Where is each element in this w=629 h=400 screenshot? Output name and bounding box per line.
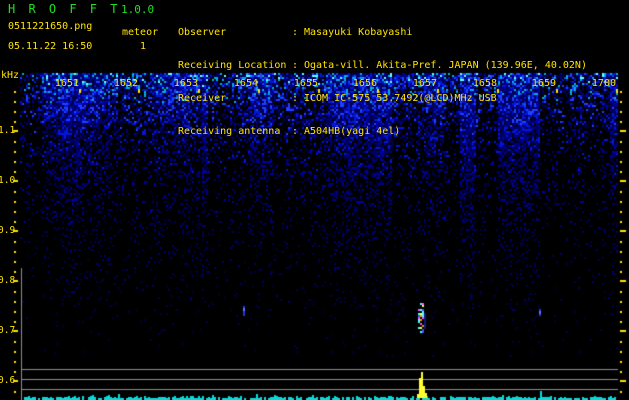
info-label: Receiving Location bbox=[178, 60, 287, 71]
info-colon: : bbox=[292, 27, 299, 38]
time-tick-label: 1656 bbox=[352, 78, 377, 89]
filename-label: 0511221650.png bbox=[8, 21, 93, 32]
info-colon: : bbox=[292, 93, 299, 104]
time-tick-label: 1651 bbox=[54, 78, 79, 89]
info-value: Masayuki Kobayashi bbox=[304, 27, 413, 38]
freq-tick-label: 0.9 bbox=[0, 225, 16, 236]
freq-tick-label: 1.0 bbox=[0, 175, 16, 186]
time-tick-label: 1655 bbox=[293, 78, 318, 89]
datetime-label: 05.11.22 16:50 bbox=[8, 41, 93, 52]
echo-count: 1 bbox=[140, 41, 147, 52]
time-tick-label: 1658 bbox=[472, 78, 497, 89]
time-tick-label: 1654 bbox=[233, 78, 258, 89]
freq-tick-label: 0.7 bbox=[0, 325, 16, 336]
time-tick-label: 1700 bbox=[591, 78, 616, 89]
info-row: Receiver: ICOM IC-575 53.7492(@LCD)MHz US… bbox=[178, 93, 587, 104]
mode-label: meteor bbox=[122, 27, 159, 38]
time-tick-label: 1659 bbox=[531, 78, 556, 89]
info-label: Observer bbox=[178, 27, 227, 38]
info-row: Receiving antenna: A504HB(yagi 4el) bbox=[178, 126, 587, 137]
info-value: A504HB(yagi 4el) bbox=[304, 126, 401, 137]
freq-tick-label: 1.1 bbox=[0, 125, 16, 136]
version-label: 1.0.0 bbox=[121, 3, 155, 16]
app-title: H R O F F T bbox=[8, 2, 121, 16]
time-tick-label: 1652 bbox=[113, 78, 138, 89]
freq-tick-label: 0.6 bbox=[0, 375, 16, 386]
info-row: Receiving Location: Ogata-vill. Akita-Pre… bbox=[178, 60, 587, 71]
info-value: ICOM IC-575 53.7492(@LCD)MHz USB bbox=[304, 93, 497, 104]
time-tick-label: 1653 bbox=[173, 78, 198, 89]
info-colon: : bbox=[292, 60, 299, 71]
khz-unit-label: kHz bbox=[1, 70, 20, 81]
info-label: Receiving antenna bbox=[178, 126, 281, 137]
time-tick-label: 1657 bbox=[412, 78, 437, 89]
info-row: Observer: Masayuki Kobayashi bbox=[178, 27, 587, 38]
info-label: Receiver bbox=[178, 93, 227, 104]
info-colon: : bbox=[292, 126, 299, 137]
freq-tick-label: 0.8 bbox=[0, 275, 16, 286]
hrofft-screen: H R O F F T 1.0.0 0511221650.png meteor … bbox=[0, 0, 629, 400]
info-value: Ogata-vill. Akita-Pref. JAPAN (139.96E, … bbox=[304, 60, 587, 71]
